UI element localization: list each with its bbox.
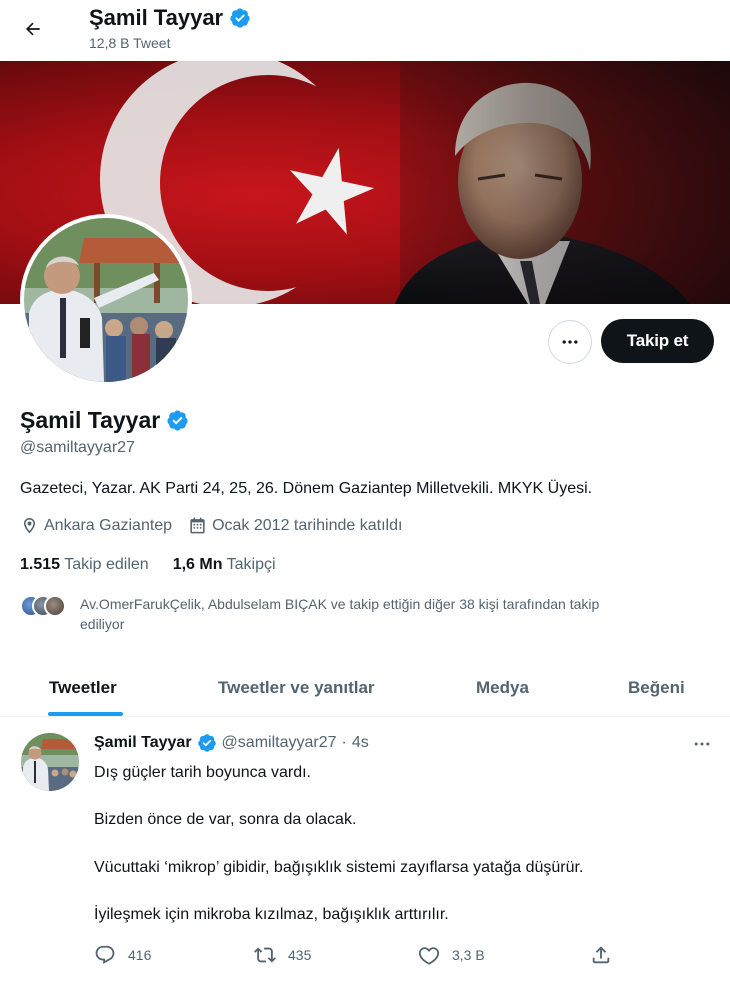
tweet-time[interactable]: 4s [352,734,369,752]
tweet-header: Şamil Tayyar @samiltayyar27 · 4s [94,733,369,753]
back-button[interactable] [14,10,52,48]
like-button[interactable]: 3,3 B [418,944,485,966]
follow-button[interactable]: Takip et [601,319,714,363]
tab-likes[interactable]: Beğeni [628,659,685,717]
verified-badge-icon [166,409,189,432]
top-bar: Şamil Tayyar 12,8 B Tweet [0,0,730,60]
verified-badge-icon [229,7,251,29]
location-item: Ankara Gaziantep [20,516,172,535]
share-button[interactable] [590,944,612,966]
tweet-count: 12,8 B Tweet [89,35,171,51]
mutual-text-line1: Av.OmerFarukÇelik, Abdulselam BIÇAK ve t… [80,596,600,612]
reply-button[interactable]: 416 [94,944,151,966]
heart-icon [418,944,440,966]
reply-icon [94,944,116,966]
tweet-text-line: Vücuttaki ‘mikrop’ gibidir, bağışıklık s… [94,859,584,876]
tweet-actions: 416 435 3,3 B [94,944,624,972]
verified-badge-icon [197,733,217,753]
tweet-text-line: İyileşmek için mikroba kızılmaz, bağışık… [94,906,449,923]
tweet-author-handle[interactable]: @samiltayyar27 [222,734,337,752]
profile-handle: @samiltayyar27 [20,439,135,456]
banner-shade [400,61,730,304]
mutual-avatar [44,595,66,617]
tweet-author-name[interactable]: Şamil Tayyar [94,734,192,752]
profile-tabs: Tweetler Tweetler ve yanıtlar Medya Beğe… [0,659,730,717]
calendar-icon [188,516,207,535]
tweet-avatar-photo [21,733,79,791]
tweet-text-line: Bizden önce de var, sonra da olacak. [94,811,357,828]
arrow-left-icon [23,19,43,39]
profile-bio: Gazeteci, Yazar. AK Parti 24, 25, 26. Dö… [20,480,593,497]
more-horizontal-icon [560,332,580,352]
header-title: Şamil Tayyar [89,5,251,31]
tweet-avatar[interactable] [21,733,79,791]
profile-more-button[interactable] [548,320,592,364]
followers-label: Takipçi [226,556,276,573]
following-link[interactable]: 1.515 Takip edilen [20,556,149,574]
active-tab-indicator [48,712,123,716]
follow-stats: 1.515 Takip edilen 1,6 Mn Takipçi [20,556,276,574]
location-pin-icon [20,516,39,535]
profile-meta: Ankara Gaziantep Ocak 2012 tarihinde kat… [20,516,418,535]
more-horizontal-icon [692,734,712,754]
profile-name-row: Şamil Tayyar [20,407,189,434]
retweet-icon [254,944,276,966]
joined-item: Ocak 2012 tarihinde katıldı [188,516,402,535]
tab-media[interactable]: Medya [476,659,529,717]
mutual-avatars [20,595,76,617]
mutual-text-line2: ediliyor [80,616,125,632]
tweet-more-button[interactable] [688,734,716,754]
tweet-text-line: Dış güçler tarih boyunca vardı. [94,764,311,781]
like-count: 3,3 B [452,947,485,963]
joined-text: Ocak 2012 tarihinde katıldı [212,516,403,534]
header-name: Şamil Tayyar [89,5,224,30]
following-count: 1.515 [20,556,61,573]
location-text: Ankara Gaziantep [44,516,173,534]
avatar-photo [24,218,188,382]
followers-count: 1,6 Mn [172,556,223,573]
profile-name: Şamil Tayyar [20,407,161,433]
reply-count: 416 [128,947,152,963]
profile-avatar[interactable] [20,214,192,386]
mutual-followers[interactable]: Av.OmerFarukÇelik, Abdulselam BIÇAK ve t… [20,594,710,634]
retweet-count: 435 [288,947,312,963]
tweet-separator: · [341,734,347,751]
tab-tweets[interactable]: Tweetler [49,659,117,717]
following-label: Takip edilen [64,556,149,573]
share-icon [590,944,612,966]
retweet-button[interactable]: 435 [254,944,311,966]
mutual-followers-text: Av.OmerFarukÇelik, Abdulselam BIÇAK ve t… [80,594,599,634]
tab-tweets-and-replies[interactable]: Tweetler ve yanıtlar [218,659,375,717]
followers-link[interactable]: 1,6 Mn Takipçi [173,556,276,574]
